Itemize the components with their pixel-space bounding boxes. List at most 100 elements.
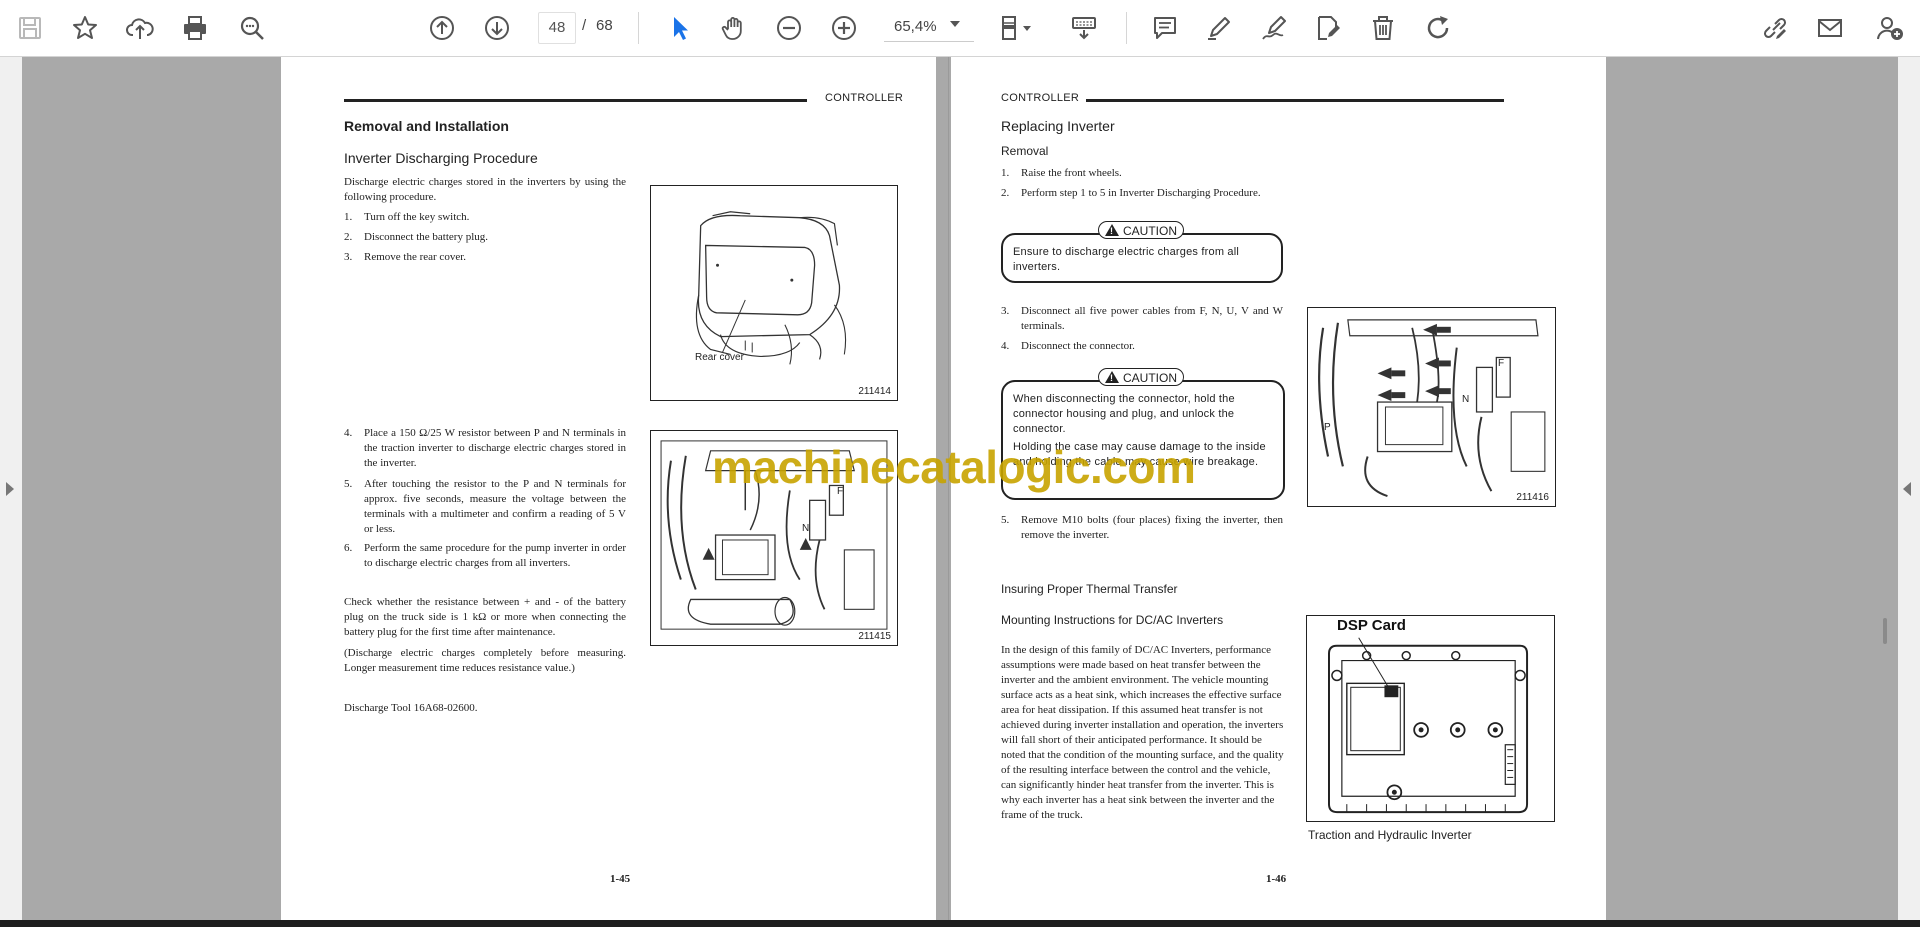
step-number: 1. <box>1001 167 1010 179</box>
terminal-label-n: N <box>802 523 810 534</box>
caution-badge-label: CAUTION <box>1123 371 1177 385</box>
step-number: 3. <box>1001 305 1010 317</box>
step-number: 3. <box>344 251 353 263</box>
list-item: 2. Disconnect the battery plug. <box>344 230 626 245</box>
select-cursor-icon[interactable] <box>660 8 700 48</box>
step-number: 1. <box>344 211 353 223</box>
page-display-icon[interactable] <box>992 8 1042 48</box>
zoom-in-icon[interactable] <box>824 8 864 48</box>
print-icon[interactable] <box>175 8 215 48</box>
step-number: 5. <box>344 478 353 490</box>
figure-title: DSP Card <box>1337 617 1406 634</box>
step-text: Disconnect the connector. <box>1021 340 1135 352</box>
page-total: 68 <box>596 17 613 34</box>
step-text: Disconnect all five power cables from F,… <box>1021 305 1283 332</box>
mounting-heading: Mounting Instructions for DC/AC Inverter… <box>1001 613 1224 627</box>
note-paragraph: Check whether the resistance between + a… <box>344 596 626 638</box>
figure-power-cables: F N P 211416 <box>1307 307 1556 507</box>
figure-label: Rear cover <box>695 352 744 363</box>
share-link-icon[interactable] <box>1755 8 1795 48</box>
subsection-title: Inverter Discharging Procedure <box>344 150 538 166</box>
caution-badge: ! CAUTION <box>1098 368 1184 386</box>
caution-text: Ensure to discharge electric charges fro… <box>1013 246 1240 273</box>
zoom-out-icon[interactable] <box>769 8 809 48</box>
highlight-pen-icon[interactable] <box>1199 8 1239 48</box>
step-text: Disconnect the battery plug. <box>364 231 489 243</box>
step-text: Remove the rear cover. <box>364 251 467 263</box>
figure-caption: Traction and Hydraulic Inverter <box>1308 828 1472 842</box>
figure-dsp-card: DSP Card <box>1306 615 1555 822</box>
step-text: Turn off the key switch. <box>364 211 470 223</box>
hand-tool-icon[interactable] <box>714 8 754 48</box>
email-icon[interactable] <box>1810 8 1850 48</box>
toolbar-divider <box>638 12 639 44</box>
list-item: 3. Disconnect all five power cables from … <box>1001 304 1283 334</box>
tool-reference: Discharge Tool 16A68-02600. <box>344 702 478 714</box>
list-item: 6. Perform the same procedure for the pum… <box>344 541 626 571</box>
step-text: Raise the front wheels. <box>1021 167 1122 179</box>
section-title: Replacing Inverter <box>1001 118 1115 134</box>
trash-icon[interactable] <box>1363 8 1403 48</box>
caution-badge-label: CAUTION <box>1123 224 1177 238</box>
add-user-icon[interactable] <box>1870 8 1910 48</box>
watermark-text: machinecatalogic.com <box>712 441 1196 493</box>
bottom-bar <box>0 920 1920 927</box>
terminal-label-p: P <box>1324 422 1331 433</box>
list-item: 1. Raise the front wheels. <box>1001 166 1283 181</box>
upload-cloud-icon[interactable] <box>120 8 160 48</box>
arrow-down-circle-icon[interactable] <box>477 8 517 48</box>
save-icon[interactable] <box>10 8 50 48</box>
toolbar-divider <box>1126 12 1127 44</box>
step-number: 6. <box>344 542 353 554</box>
step-text: Place a 150 Ω/25 W resistor between P an… <box>364 427 626 469</box>
step-text: After touching the resistor to the P and… <box>364 478 626 535</box>
dsp-card-illustration <box>1328 637 1529 814</box>
page-number: 1-45 <box>610 873 631 885</box>
step-number: 2. <box>344 231 353 243</box>
list-item: 4. Place a 150 Ω/25 W resistor between P … <box>344 426 626 471</box>
arrow-up-circle-icon[interactable] <box>422 8 462 48</box>
section-title: Removal and Installation <box>344 118 509 134</box>
figure-number: 211415 <box>858 631 891 642</box>
edit-pdf-icon[interactable] <box>1308 8 1348 48</box>
step-text: Perform the same procedure for the pump … <box>364 542 626 569</box>
figure-rear-cover: Rear cover 211414 <box>650 185 898 401</box>
step-text: Perform step 1 to 5 in Inverter Discharg… <box>1021 187 1261 199</box>
zoom-level-select[interactable]: 65,4% <box>884 12 974 42</box>
caution-box: Ensure to discharge electric charges fro… <box>1001 233 1283 283</box>
power-cables-illustration <box>1318 319 1546 498</box>
step-number: 4. <box>1001 340 1010 352</box>
figure-number: 211416 <box>1516 492 1549 503</box>
keyboard-scroll-icon[interactable] <box>1064 8 1104 48</box>
bookmark-star-icon[interactable] <box>65 8 105 48</box>
page-header: CONTROLLER <box>1001 92 1080 104</box>
intro-paragraph: Discharge electric charges stored in the… <box>344 176 626 203</box>
mounting-paragraph: In the design of this family of DC/AC In… <box>1001 644 1284 821</box>
list-item: 5. After touching the resistor to the P a… <box>344 477 626 537</box>
step-text: Remove M10 bolts (four places) fixing th… <box>1021 514 1283 541</box>
list-item: 4. Disconnect the connector. <box>1001 339 1283 354</box>
figure-number: 211414 <box>858 386 891 397</box>
list-item: 3. Remove the rear cover. <box>344 250 626 265</box>
page-number-input[interactable]: 48 <box>538 12 576 44</box>
list-item: 2. Perform step 1 to 5 in Inverter Discha… <box>1001 186 1283 201</box>
note-paragraph: (Discharge electric charges completely b… <box>344 647 626 674</box>
expand-right-panel-icon[interactable] <box>1903 482 1911 496</box>
list-item: 1. Turn off the key switch. <box>344 210 626 225</box>
header-rule <box>1086 99 1504 102</box>
rotate-icon[interactable] <box>1418 8 1458 48</box>
step-number: 2. <box>1001 187 1010 199</box>
caution-text: When disconnecting the connector, hold t… <box>1013 393 1235 435</box>
chevron-down-icon[interactable] <box>950 21 960 27</box>
rear-cover-illustration <box>695 211 847 365</box>
search-zoom-icon[interactable] <box>232 8 272 48</box>
expand-left-panel-icon[interactable] <box>6 482 14 496</box>
page-number: 1-46 <box>1266 873 1287 885</box>
draw-pen-icon[interactable] <box>1254 8 1294 48</box>
top-toolbar: 48 / 68 65,4% <box>0 0 1920 57</box>
comment-icon[interactable] <box>1145 8 1185 48</box>
terminal-label-n: N <box>1462 394 1470 405</box>
vertical-scrollbar-thumb[interactable] <box>1883 618 1887 644</box>
subsection-title: Removal <box>1001 144 1049 158</box>
terminal-label-f: F <box>1498 358 1505 369</box>
